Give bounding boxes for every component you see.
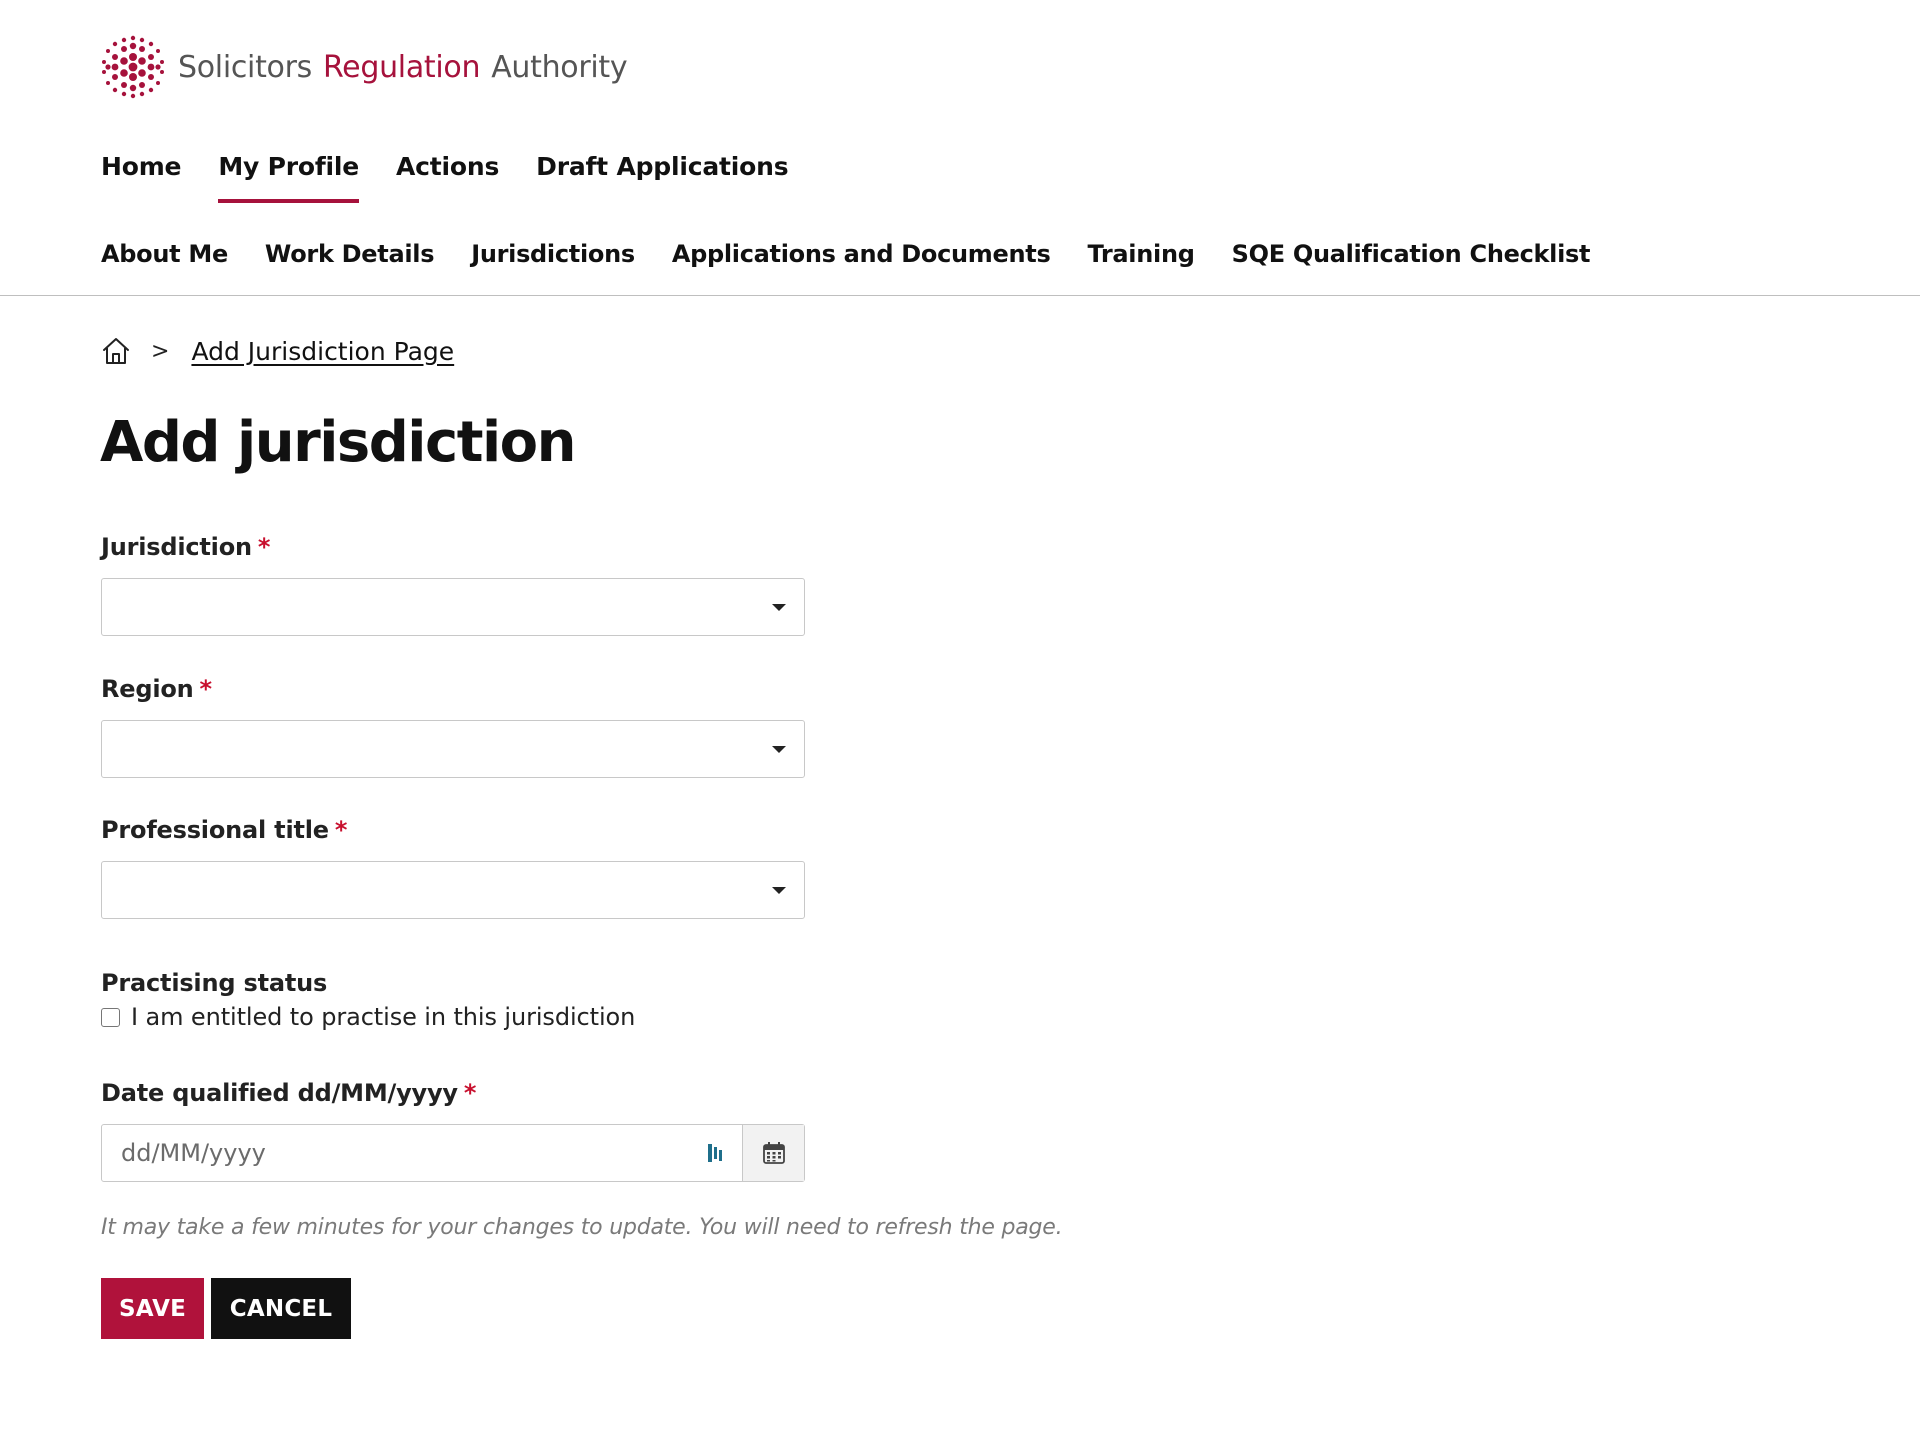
subnav-item-about-me[interactable]: About Me: [101, 240, 228, 268]
nav-item-actions[interactable]: Actions: [396, 152, 499, 203]
breadcrumb-separator: >: [151, 338, 170, 364]
jurisdiction-label-text: Jurisdiction: [101, 533, 252, 561]
save-button[interactable]: SAVE: [101, 1278, 204, 1339]
logo-word-authority: Authority: [491, 49, 628, 85]
cancel-button[interactable]: CANCEL: [211, 1278, 351, 1339]
region-label: Region *: [101, 675, 212, 703]
chevron-down-icon: [772, 887, 786, 894]
help-note: It may take a few minutes for your chang…: [101, 1215, 1063, 1240]
subnav-item-training[interactable]: Training: [1087, 240, 1194, 268]
subnav-item-applications-and-documents[interactable]: Applications and Documents: [672, 240, 1051, 268]
practising-status-row: I am entitled to practise in this jurisd…: [101, 1003, 635, 1031]
nav-item-my-profile[interactable]: My Profile: [218, 152, 359, 203]
practising-status-label: Practising status: [101, 969, 328, 997]
date-qualified-label-text: Date qualified dd/MM/yyyy: [101, 1079, 458, 1107]
logo-word-solicitors: Solicitors: [178, 49, 312, 85]
required-marker: *: [199, 675, 213, 703]
page-title: Add jurisdiction: [100, 410, 577, 475]
required-marker: *: [463, 1079, 477, 1107]
autofill-glyph-icon: [708, 1144, 722, 1162]
primary-nav: Home My Profile Actions Draft Applicatio…: [101, 152, 789, 203]
jurisdiction-label: Jurisdiction *: [101, 533, 270, 561]
date-qualified-input[interactable]: [102, 1125, 704, 1181]
srs-dot-logo-icon: [102, 35, 164, 99]
practising-status-checkbox[interactable]: [101, 1007, 120, 1027]
calendar-button[interactable]: [742, 1125, 804, 1181]
nav-item-home[interactable]: Home: [101, 152, 182, 203]
breadcrumb-current[interactable]: Add Jurisdiction Page: [191, 337, 454, 366]
subnav-item-work-details[interactable]: Work Details: [265, 240, 435, 268]
calendar-icon: [762, 1142, 785, 1164]
subnav-item-sqe-qualification-checklist[interactable]: SQE Qualification Checklist: [1232, 240, 1591, 268]
professional-title-select[interactable]: [101, 861, 805, 919]
date-qualified-field: [101, 1124, 805, 1182]
srs-logo[interactable]: Solicitors Regulation Authority: [100, 34, 638, 100]
practising-status-checkbox-label[interactable]: I am entitled to practise in this jurisd…: [131, 1003, 635, 1031]
logo-word-regulation: Regulation: [322, 49, 481, 85]
required-marker: *: [334, 816, 348, 844]
required-marker: *: [257, 533, 271, 561]
home-icon[interactable]: [101, 336, 131, 366]
subnav-item-jurisdictions[interactable]: Jurisdictions: [471, 240, 635, 268]
logo-wordmark: Solicitors Regulation Authority: [178, 50, 638, 85]
nav-divider: [0, 295, 1920, 296]
region-select[interactable]: [101, 720, 805, 778]
region-label-text: Region: [101, 675, 194, 703]
breadcrumb: > Add Jurisdiction Page: [101, 334, 454, 368]
secondary-nav: About Me Work Details Jurisdictions Appl…: [101, 240, 1590, 268]
jurisdiction-select[interactable]: [101, 578, 805, 636]
autofill-icon[interactable]: [704, 1125, 728, 1181]
date-qualified-label: Date qualified dd/MM/yyyy *: [101, 1079, 476, 1107]
professional-title-label: Professional title *: [101, 816, 347, 844]
nav-item-draft-applications[interactable]: Draft Applications: [536, 152, 788, 203]
chevron-down-icon: [772, 746, 786, 753]
professional-title-label-text: Professional title: [101, 816, 329, 844]
chevron-down-icon: [772, 604, 786, 611]
